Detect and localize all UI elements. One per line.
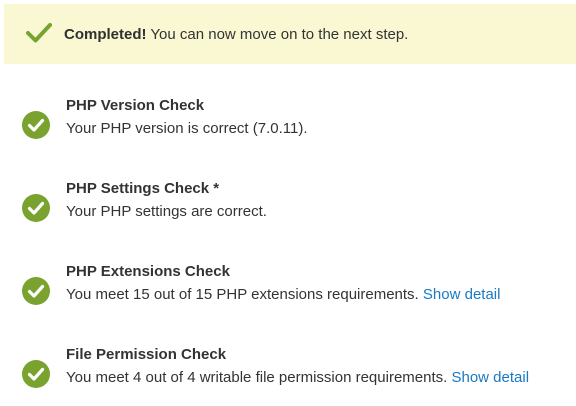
show-detail-link[interactable]: Show detail bbox=[451, 369, 529, 386]
check-title: PHP Settings Check * bbox=[66, 180, 220, 197]
check-description: Your PHP settings are correct. bbox=[66, 203, 267, 221]
php-version-check: PHP Version Check Your PHP version is co… bbox=[0, 97, 576, 157]
check-description-text: You meet 15 out of 15 PHP extensions req… bbox=[66, 286, 419, 303]
check-description: You meet 4 out of 4 writable file permis… bbox=[66, 369, 529, 387]
check-title: PHP Extensions Check bbox=[66, 263, 230, 280]
completion-message: Completed! You can now move on to the ne… bbox=[64, 26, 408, 44]
completion-strong: Completed! bbox=[64, 26, 147, 43]
completion-detail: You can now move on to the next step. bbox=[146, 26, 409, 43]
check-title: PHP Version Check bbox=[66, 97, 205, 114]
php-settings-check: PHP Settings Check * Your PHP settings a… bbox=[0, 180, 576, 240]
check-description: Your PHP version is correct (7.0.11). bbox=[66, 120, 308, 138]
check-description-text: Your PHP settings are correct. bbox=[66, 203, 267, 220]
completion-banner: Completed! You can now move on to the ne… bbox=[4, 4, 576, 64]
success-check-icon bbox=[22, 111, 50, 139]
check-description-text: You meet 4 out of 4 writable file permis… bbox=[66, 369, 448, 386]
show-detail-link[interactable]: Show detail bbox=[423, 286, 501, 303]
file-permission-check: File Permission Check You meet 4 out of … bbox=[0, 346, 576, 406]
checkmark-icon bbox=[26, 23, 52, 43]
check-description: You meet 15 out of 15 PHP extensions req… bbox=[66, 286, 500, 304]
success-check-icon bbox=[22, 194, 50, 222]
success-check-icon bbox=[22, 360, 50, 388]
check-title: File Permission Check bbox=[66, 346, 227, 363]
check-description-text: Your PHP version is correct (7.0.11). bbox=[66, 120, 308, 137]
success-check-icon bbox=[22, 277, 50, 305]
php-extensions-check: PHP Extensions Check You meet 15 out of … bbox=[0, 263, 576, 323]
